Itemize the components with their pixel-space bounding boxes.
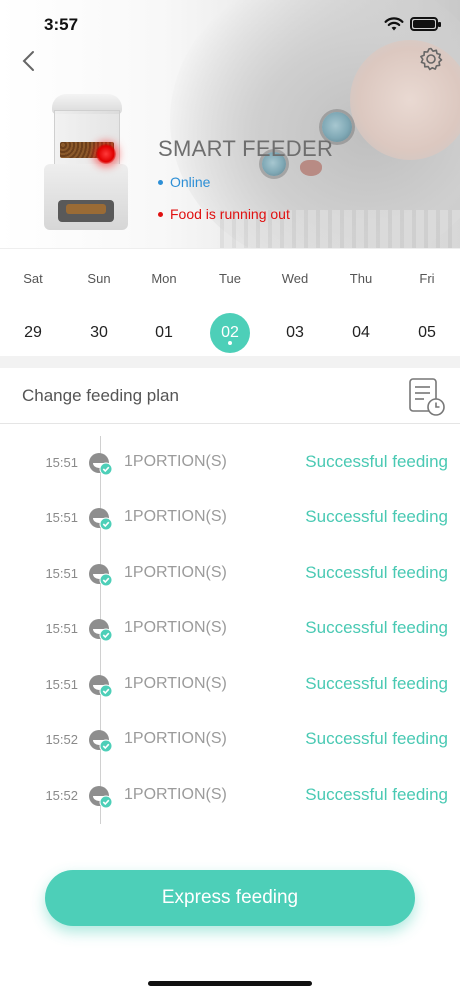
log-portion: 1PORTION(S) bbox=[124, 619, 227, 636]
bowl-check-icon bbox=[89, 730, 113, 753]
log-portion: 1PORTION(S) bbox=[124, 730, 227, 747]
battery-icon bbox=[410, 17, 441, 31]
day-name: Wed bbox=[281, 271, 309, 286]
online-status: Online bbox=[158, 174, 210, 190]
feeding-log-row: 15:51 1PORTION(S) Successful feeding bbox=[0, 501, 460, 537]
back-button[interactable] bbox=[18, 48, 40, 74]
log-portion: 1PORTION(S) bbox=[124, 508, 227, 525]
feeding-log-row: 15:52 1PORTION(S) Successful feeding bbox=[0, 779, 460, 815]
day-date: 05 bbox=[418, 324, 436, 341]
day-name: Tue bbox=[219, 271, 241, 286]
bowl-check-icon bbox=[89, 564, 113, 587]
feeding-log-row: 15:51 1PORTION(S) Successful feeding bbox=[0, 446, 460, 482]
online-dot-icon bbox=[158, 179, 163, 185]
schedule-list-icon bbox=[409, 378, 445, 416]
day-name: Mon bbox=[151, 271, 177, 286]
day-item-fri[interactable]: Fri 05 bbox=[394, 249, 460, 357]
log-status: Successful feeding bbox=[305, 618, 448, 637]
device-title: SMART FEEDER bbox=[158, 136, 334, 161]
chevron-left-icon bbox=[22, 51, 34, 71]
change-feeding-plan-label: Change feeding plan bbox=[22, 386, 179, 405]
day-name: Sun bbox=[87, 271, 111, 286]
feeder-device-image bbox=[44, 94, 128, 234]
log-status: Successful feeding bbox=[305, 563, 448, 582]
food-warning: Food is running out bbox=[158, 206, 290, 222]
week-selector: Sat 29 Sun 30 Mon 01 Tue 02 Wed 03 Thu 0… bbox=[0, 248, 460, 356]
express-feeding-button[interactable]: Express feeding bbox=[45, 870, 415, 926]
day-date: 29 bbox=[24, 324, 42, 341]
log-status: Successful feeding bbox=[305, 674, 448, 693]
selected-day-dot bbox=[228, 341, 232, 345]
home-indicator[interactable] bbox=[148, 981, 312, 986]
log-status: Successful feeding bbox=[305, 507, 448, 526]
log-time: 15:51 bbox=[45, 510, 78, 525]
warning-dot-icon bbox=[158, 211, 163, 217]
gear-icon bbox=[420, 47, 443, 71]
day-date: 04 bbox=[352, 324, 370, 341]
feeding-log-row: 15:52 1PORTION(S) Successful feeding bbox=[0, 723, 460, 759]
day-name: Thu bbox=[349, 271, 373, 286]
bowl-check-icon bbox=[89, 675, 113, 698]
day-item-thu[interactable]: Thu 04 bbox=[328, 249, 394, 357]
log-time: 15:52 bbox=[45, 788, 78, 803]
bowl-check-icon bbox=[89, 508, 113, 531]
day-item-mon[interactable]: Mon 01 bbox=[131, 249, 197, 357]
log-time: 15:51 bbox=[45, 621, 78, 636]
log-status: Successful feeding bbox=[305, 452, 448, 471]
log-portion: 1PORTION(S) bbox=[124, 564, 227, 581]
day-date: 01 bbox=[155, 324, 173, 341]
status-time: 3:57 bbox=[44, 15, 79, 34]
feeding-log-row: 15:51 1PORTION(S) Successful feeding bbox=[0, 612, 460, 648]
day-item-sun[interactable]: Sun 30 bbox=[66, 249, 132, 357]
feeding-log-row: 15:51 1PORTION(S) Successful feeding bbox=[0, 668, 460, 704]
food-warning-label: Food is running out bbox=[170, 206, 290, 222]
day-item-sat[interactable]: Sat 29 bbox=[0, 249, 66, 357]
day-date: 03 bbox=[286, 324, 304, 341]
status-bar: 3:57 bbox=[0, 0, 460, 50]
log-time: 15:51 bbox=[45, 677, 78, 692]
bowl-check-icon bbox=[89, 786, 113, 809]
section-divider bbox=[0, 356, 460, 368]
day-date-selected: 02 bbox=[210, 313, 250, 353]
day-item-tue[interactable]: Tue 02 bbox=[197, 249, 263, 357]
log-status: Successful feeding bbox=[305, 729, 448, 748]
settings-button[interactable] bbox=[418, 46, 444, 72]
log-time: 15:51 bbox=[45, 455, 78, 470]
log-time: 15:51 bbox=[45, 566, 78, 581]
log-portion: 1PORTION(S) bbox=[124, 675, 227, 692]
day-name: Fri bbox=[419, 271, 435, 286]
wifi-icon bbox=[384, 17, 404, 31]
bowl-check-icon bbox=[89, 619, 113, 642]
log-portion: 1PORTION(S) bbox=[124, 786, 227, 803]
log-portion: 1PORTION(S) bbox=[124, 453, 227, 470]
alert-indicator-dot bbox=[96, 144, 116, 164]
day-item-wed[interactable]: Wed 03 bbox=[262, 249, 328, 357]
bowl-check-icon bbox=[89, 453, 113, 476]
log-status: Successful feeding bbox=[305, 785, 448, 804]
day-name: Sat bbox=[23, 271, 43, 286]
status-icons bbox=[384, 16, 441, 32]
cat-nose bbox=[300, 160, 322, 176]
day-date: 30 bbox=[90, 324, 108, 341]
feeding-log-row: 15:51 1PORTION(S) Successful feeding bbox=[0, 557, 460, 593]
online-status-label: Online bbox=[170, 174, 211, 190]
log-time: 15:52 bbox=[45, 732, 78, 747]
device-header: 3:57 SMART FEEDER Online Food is running… bbox=[0, 0, 460, 248]
change-feeding-plan-row[interactable]: Change feeding plan bbox=[0, 368, 460, 424]
